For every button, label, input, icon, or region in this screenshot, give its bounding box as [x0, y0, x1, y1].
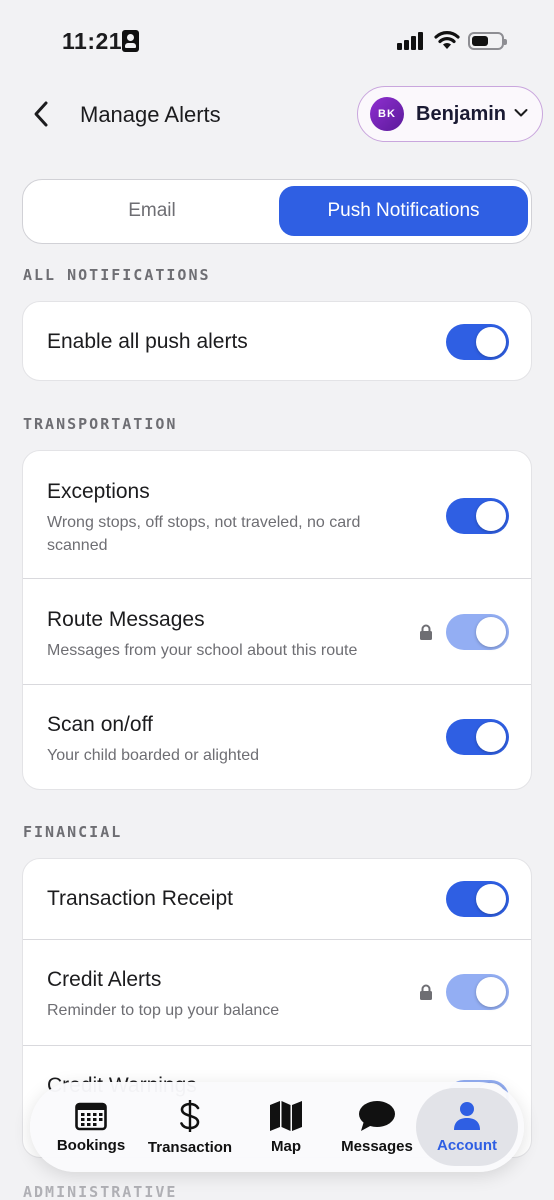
bottom-tab-bar: Bookings Transaction Map Messages Accoun… — [30, 1082, 524, 1172]
account-switcher[interactable]: BK Benjamin — [357, 86, 543, 142]
route-messages-toggle[interactable] — [446, 614, 509, 650]
tab-transaction[interactable]: Transaction — [142, 1082, 238, 1172]
section-label-transportation: TRANSPORTATION — [23, 415, 178, 433]
row-title: Transaction Receipt — [47, 887, 233, 910]
notification-channel-tabs: Email Push Notifications — [22, 179, 532, 244]
tab-map[interactable]: Map — [252, 1082, 320, 1172]
chevron-left-icon — [34, 101, 48, 127]
tab-label: Map — [271, 1137, 301, 1155]
wifi-icon — [434, 31, 460, 49]
transportation-card: Exceptions Wrong stops, off stops, not t… — [22, 450, 532, 790]
tab-bookings[interactable]: Bookings — [48, 1082, 134, 1172]
tab-messages[interactable]: Messages — [334, 1082, 420, 1172]
tab-label: Account — [437, 1136, 497, 1154]
credit-alerts-row: Credit Alerts Reminder to top up your ba… — [23, 940, 531, 1045]
section-label-financial: FINANCIAL — [23, 823, 123, 841]
status-bar: 11:21 — [0, 0, 554, 84]
row-title: Scan on/off — [47, 713, 153, 736]
back-button[interactable] — [26, 96, 56, 132]
status-time: 11:21 — [62, 28, 123, 54]
row-subtitle: Wrong stops, off stops, not traveled, no… — [47, 514, 361, 554]
row-subtitle: Messages from your school about this rou… — [47, 642, 358, 659]
tab-account[interactable]: Account — [416, 1088, 518, 1166]
exceptions-row: Exceptions Wrong stops, off stops, not t… — [23, 451, 531, 578]
all-notifications-card: Enable all push alerts — [22, 301, 532, 381]
tab-label: Transaction — [147, 1138, 233, 1156]
scan-on-off-toggle[interactable] — [446, 719, 509, 755]
lock-icon — [420, 624, 432, 640]
tab-email[interactable]: Email — [27, 186, 277, 236]
chat-bubble-icon — [359, 1100, 395, 1131]
calendar-icon — [75, 1102, 107, 1130]
dollar-icon — [180, 1099, 200, 1132]
cellular-signal-icon — [397, 32, 425, 50]
battery-icon — [468, 32, 507, 50]
enable-all-toggle[interactable] — [446, 324, 509, 360]
lock-icon — [420, 984, 432, 1000]
transaction-receipt-toggle[interactable] — [446, 881, 509, 917]
exceptions-toggle[interactable] — [446, 498, 509, 534]
avatar: BK — [370, 97, 404, 131]
credit-alerts-toggle[interactable] — [446, 974, 509, 1010]
row-title: Credit Alerts — [47, 968, 162, 991]
chevron-down-icon — [514, 109, 528, 117]
scan-on-off-row: Scan on/off Your child boarded or alight… — [23, 685, 531, 789]
transaction-receipt-row: Transaction Receipt — [23, 859, 531, 939]
row-title: Exceptions — [47, 480, 150, 503]
person-icon — [454, 1101, 480, 1130]
tab-label: Bookings — [56, 1136, 126, 1154]
page-title: Manage Alerts — [80, 102, 221, 127]
row-subtitle: Reminder to top up your balance — [47, 1002, 280, 1019]
section-label-administrative: ADMINISTRATIVE — [23, 1183, 178, 1200]
row-title: Enable all push alerts — [47, 330, 248, 353]
tab-push-notifications[interactable]: Push Notifications — [279, 186, 528, 236]
section-label-all-notifications: ALL NOTIFICATIONS — [23, 266, 211, 284]
route-messages-row: Route Messages Messages from your school… — [23, 579, 531, 684]
row-title: Route Messages — [47, 608, 205, 631]
row-subtitle: Your child boarded or alighted — [47, 747, 260, 764]
focus-person-icon — [122, 30, 139, 52]
tab-label: Messages — [341, 1137, 413, 1155]
map-icon — [270, 1100, 302, 1131]
account-name: Benjamin — [416, 102, 507, 125]
enable-all-row: Enable all push alerts — [23, 302, 531, 380]
